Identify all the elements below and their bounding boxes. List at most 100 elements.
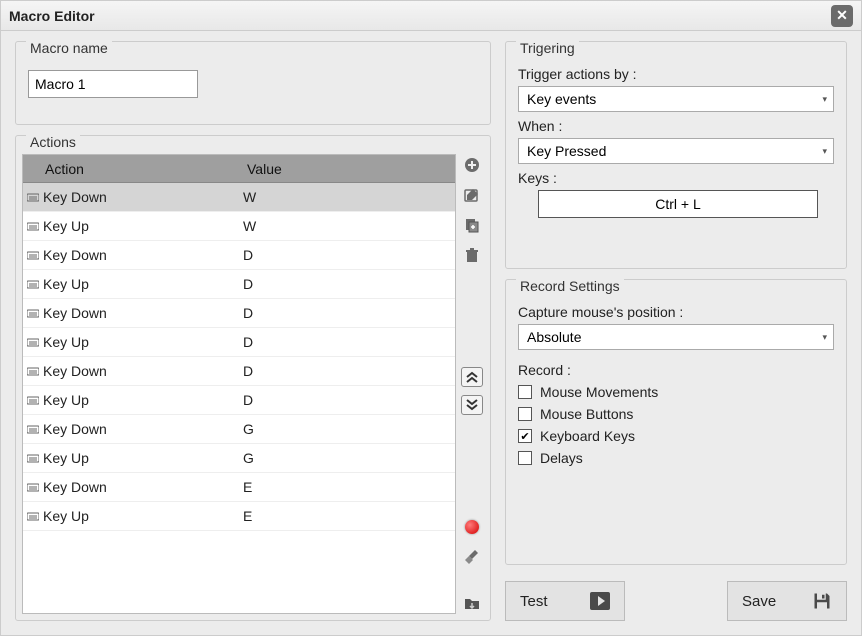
- checkbox-label: Mouse Movements: [540, 384, 658, 400]
- cell-value: G: [243, 421, 455, 437]
- cell-action: Key Down: [43, 421, 243, 437]
- titlebar: Macro Editor ✕: [1, 1, 861, 31]
- checkbox-label: Delays: [540, 450, 583, 466]
- when-label: When :: [518, 118, 834, 134]
- cell-action: Key Up: [43, 450, 243, 466]
- button-row: Test Save: [505, 581, 847, 621]
- save-icon: [812, 591, 832, 611]
- macro-name-label: Macro name: [26, 40, 112, 56]
- checkbox-icon: ✔: [518, 429, 532, 443]
- close-icon: ✕: [836, 7, 848, 24]
- record-option-0[interactable]: Mouse Movements: [518, 384, 834, 400]
- macro-name-input[interactable]: [28, 70, 198, 98]
- cell-action: Key Down: [43, 479, 243, 495]
- body: Macro name Actions Action Value Key Down…: [1, 31, 861, 635]
- keyboard-icon: [23, 221, 43, 231]
- keyboard-icon: [23, 366, 43, 376]
- cell-value: D: [243, 334, 455, 350]
- table-row[interactable]: Key UpW: [23, 212, 455, 241]
- add-action-button[interactable]: [461, 154, 483, 176]
- macro-editor-window: Macro Editor ✕ Macro name Actions Action…: [0, 0, 862, 636]
- keyboard-icon: [23, 424, 43, 434]
- cell-action: Key Up: [43, 508, 243, 524]
- actions-group: Actions Action Value Key DownWKey UpWKey…: [15, 135, 491, 621]
- checkbox-icon: [518, 385, 532, 399]
- folder-import-icon: [464, 595, 480, 611]
- cell-value: G: [243, 450, 455, 466]
- actions-table: Action Value Key DownWKey UpWKey DownDKe…: [22, 154, 456, 614]
- table-row[interactable]: Key UpG: [23, 444, 455, 473]
- cell-action: Key Down: [43, 189, 243, 205]
- keyboard-icon: [23, 511, 43, 521]
- play-icon: [590, 592, 610, 610]
- keyboard-icon: [23, 453, 43, 463]
- delete-action-button[interactable]: [461, 244, 483, 266]
- keyboard-icon: [23, 279, 43, 289]
- table-row[interactable]: Key DownD: [23, 241, 455, 270]
- record-button[interactable]: [461, 516, 483, 538]
- header-value: Value: [243, 161, 455, 177]
- table-row[interactable]: Key UpE: [23, 502, 455, 531]
- actions-content: Action Value Key DownWKey UpWKey DownDKe…: [22, 154, 484, 614]
- table-row[interactable]: Key UpD: [23, 270, 455, 299]
- cell-action: Key Down: [43, 363, 243, 379]
- record-option-2[interactable]: ✔Keyboard Keys: [518, 428, 834, 444]
- macro-name-group: Macro name: [15, 41, 491, 125]
- cell-value: D: [243, 392, 455, 408]
- actions-label: Actions: [26, 134, 80, 150]
- capture-select[interactable]: Absolute ▾: [518, 324, 834, 350]
- test-button-label: Test: [520, 593, 548, 610]
- table-header: Action Value: [23, 155, 455, 183]
- clean-button[interactable]: [461, 546, 483, 568]
- cell-action: Key Up: [43, 276, 243, 292]
- move-up-button[interactable]: [461, 367, 483, 387]
- plus-circle-icon: [464, 157, 480, 173]
- copy-icon: [464, 217, 480, 233]
- table-row[interactable]: Key UpD: [23, 328, 455, 357]
- capture-value: Absolute: [527, 329, 581, 345]
- table-row[interactable]: Key DownE: [23, 473, 455, 502]
- record-label: Record :: [518, 362, 834, 378]
- duplicate-action-button[interactable]: [461, 214, 483, 236]
- move-down-button[interactable]: [461, 395, 483, 415]
- table-row[interactable]: Key DownW: [23, 183, 455, 212]
- close-button[interactable]: ✕: [831, 5, 853, 27]
- keyboard-icon: [23, 308, 43, 318]
- keys-input[interactable]: Ctrl + L: [538, 190, 818, 218]
- chevron-double-up-icon: [464, 369, 480, 385]
- left-column: Macro name Actions Action Value Key Down…: [15, 41, 491, 621]
- trigger-by-select[interactable]: Key events ▾: [518, 86, 834, 112]
- table-row[interactable]: Key DownG: [23, 415, 455, 444]
- cell-value: D: [243, 363, 455, 379]
- record-settings-group: Record Settings Capture mouse's position…: [505, 279, 847, 565]
- record-settings-label: Record Settings: [516, 278, 624, 294]
- save-button-label: Save: [742, 593, 776, 610]
- cell-value: W: [243, 189, 455, 205]
- table-row[interactable]: Key DownD: [23, 357, 455, 386]
- edit-action-button[interactable]: [461, 184, 483, 206]
- cell-action: Key Up: [43, 392, 243, 408]
- checkbox-label: Mouse Buttons: [540, 406, 633, 422]
- record-icon: [465, 520, 479, 534]
- cell-value: E: [243, 508, 455, 524]
- trash-icon: [464, 247, 480, 263]
- triggering-group: Trigering Trigger actions by : Key event…: [505, 41, 847, 269]
- table-body[interactable]: Key DownWKey UpWKey DownDKey UpDKey Down…: [23, 183, 455, 613]
- checkbox-icon: [518, 451, 532, 465]
- cell-value: E: [243, 479, 455, 495]
- save-button[interactable]: Save: [727, 581, 847, 621]
- table-row[interactable]: Key UpD: [23, 386, 455, 415]
- cell-value: D: [243, 305, 455, 321]
- cell-action: Key Down: [43, 247, 243, 263]
- table-row[interactable]: Key DownD: [23, 299, 455, 328]
- record-option-1[interactable]: Mouse Buttons: [518, 406, 834, 422]
- keyboard-icon: [23, 250, 43, 260]
- cell-value: D: [243, 276, 455, 292]
- test-button[interactable]: Test: [505, 581, 625, 621]
- chevron-down-icon: ▾: [822, 332, 827, 343]
- chevron-double-down-icon: [464, 397, 480, 413]
- edit-icon: [464, 187, 480, 203]
- when-select[interactable]: Key Pressed ▾: [518, 138, 834, 164]
- record-option-3[interactable]: Delays: [518, 450, 834, 466]
- import-button[interactable]: [461, 592, 483, 614]
